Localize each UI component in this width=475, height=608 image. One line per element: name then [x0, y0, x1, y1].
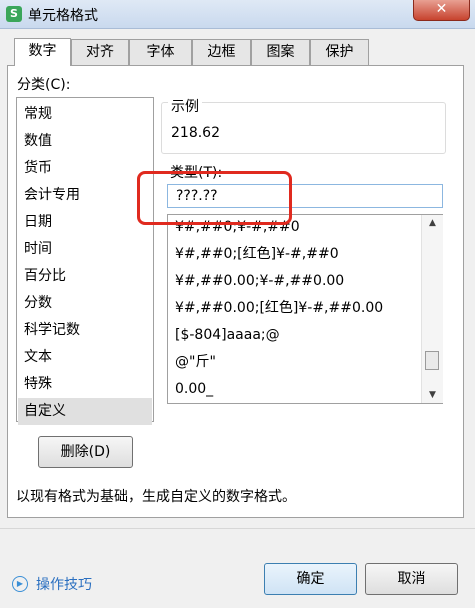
format-code-item[interactable]: @"斤"	[175, 349, 420, 376]
type-label: 类型(T):	[170, 165, 223, 181]
format-code-list[interactable]: ¥#,##0;¥-#,##0 ¥#,##0;[红色]¥-#,##0 ¥#,##0…	[167, 214, 443, 404]
spreadsheet-app-icon: S	[6, 6, 22, 22]
cancel-button[interactable]: 取消	[365, 563, 458, 595]
category-list[interactable]: 常规 数值 货币 会计专用 日期 时间 百分比 分数 科学记数 文本 特殊 自定…	[16, 97, 154, 425]
category-item-special[interactable]: 特殊	[18, 371, 152, 398]
tab-border[interactable]: 边框	[192, 39, 251, 65]
window-title: 单元格格式	[28, 8, 98, 24]
category-item-text[interactable]: 文本	[18, 344, 152, 371]
format-code-item[interactable]: ¥#,##0;¥-#,##0	[175, 215, 420, 241]
category-item-fraction[interactable]: 分数	[18, 290, 152, 317]
format-code-item[interactable]: [$-804]aaaa;@	[175, 322, 420, 349]
scrollbar-thumb[interactable]	[425, 351, 439, 370]
tips-link[interactable]: 操作技巧	[36, 574, 92, 594]
type-input[interactable]: ???.??	[167, 184, 443, 208]
play-tips-icon[interactable]: ▶	[12, 576, 28, 592]
format-code-item[interactable]: ¥#,##0;[红色]¥-#,##0	[175, 241, 420, 268]
title-bar: S 单元格格式 ✕	[0, 0, 475, 29]
category-item-time[interactable]: 时间	[18, 236, 152, 263]
category-item-accounting[interactable]: 会计专用	[18, 182, 152, 209]
category-item-general[interactable]: 常规	[18, 101, 152, 128]
format-code-item[interactable]: ¥#,##0.00;[红色]¥-#,##0.00	[175, 295, 420, 322]
category-item-currency[interactable]: 货币	[18, 155, 152, 182]
format-code-item[interactable]: ¥#,##0.00;¥-#,##0.00	[175, 268, 420, 295]
footer-divider	[0, 528, 475, 529]
format-description: 以现有格式为基础，生成自定义的数字格式。	[16, 489, 296, 505]
tab-pattern[interactable]: 图案	[251, 39, 310, 65]
close-button[interactable]: ✕	[413, 0, 470, 21]
close-icon: ✕	[435, 1, 448, 17]
category-label: 分类(C):	[17, 77, 71, 93]
scroll-up-arrow-icon[interactable]: ▲	[422, 215, 443, 231]
category-item-date[interactable]: 日期	[18, 209, 152, 236]
scroll-down-arrow-icon[interactable]: ▼	[422, 387, 443, 403]
ok-button[interactable]: 确定	[264, 563, 357, 595]
delete-button[interactable]: 删除(D)	[38, 436, 133, 468]
category-item-number[interactable]: 数值	[18, 128, 152, 155]
sample-label: 示例	[168, 96, 202, 116]
category-item-custom[interactable]: 自定义	[18, 398, 152, 425]
tab-font[interactable]: 字体	[129, 39, 192, 65]
format-list-scrollbar[interactable]: ▲ ▼	[421, 215, 443, 403]
category-item-percentage[interactable]: 百分比	[18, 263, 152, 290]
category-item-scientific[interactable]: 科学记数	[18, 317, 152, 344]
tab-number[interactable]: 数字	[14, 38, 71, 66]
sample-value: 218.62	[171, 125, 220, 141]
tab-alignment[interactable]: 对齐	[71, 39, 129, 65]
format-code-item[interactable]: 0.00_	[175, 376, 420, 403]
tab-protection[interactable]: 保护	[310, 39, 369, 65]
